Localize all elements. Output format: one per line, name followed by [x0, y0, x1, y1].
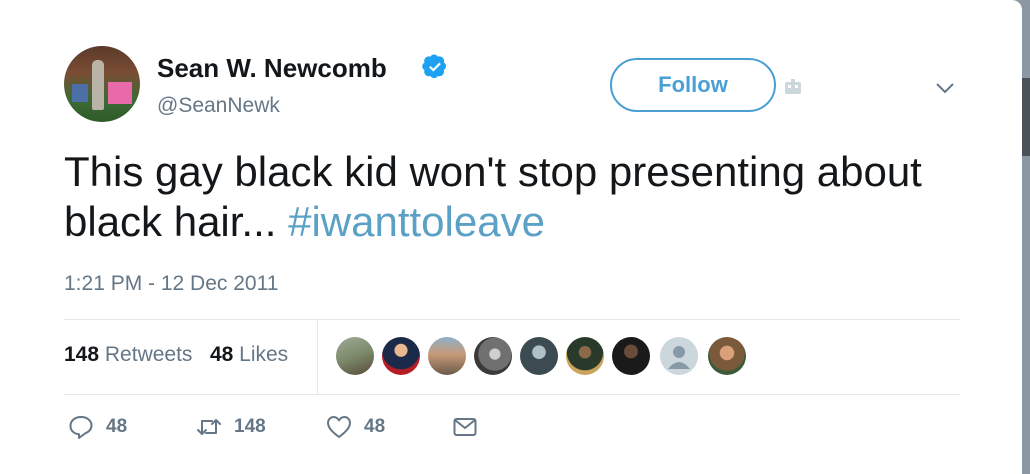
liker-avatar[interactable] [382, 337, 420, 375]
likes-label: Likes [239, 343, 289, 366]
tweet-text: This gay black kid won't stop presenting… [64, 147, 944, 247]
liker-avatar[interactable] [336, 337, 374, 375]
tweet-stats: 148 Retweets 48 Likes [64, 343, 288, 367]
liker-avatar[interactable] [708, 337, 746, 375]
liker-avatar[interactable] [520, 337, 558, 375]
liker-avatar[interactable] [612, 337, 650, 375]
reply-icon [69, 416, 93, 439]
author-name[interactable]: Sean W. Newcomb [157, 53, 387, 84]
retweet-icon [197, 419, 221, 435]
likes-stat[interactable]: 48 Likes [210, 343, 288, 366]
window-edge [1022, 78, 1030, 156]
author-avatar[interactable] [64, 46, 140, 122]
reply-button[interactable]: 48 [68, 414, 127, 440]
likes-count: 48 [209, 343, 234, 366]
liker-avatar[interactable] [566, 337, 604, 375]
retweets-count: 148 [64, 343, 100, 366]
hashtag-link[interactable]: #iwanttoleave [288, 198, 545, 245]
tweet-timestamp[interactable]: 1:21 PM - 12 Dec 2011 [64, 272, 278, 296]
liker-avatar[interactable] [660, 337, 698, 375]
author-handle[interactable]: @SeanNewk [157, 94, 280, 118]
like-button[interactable]: 48 [326, 414, 385, 440]
envelope-icon [453, 418, 477, 436]
reply-count: 48 [106, 416, 128, 437]
tweet-card: Sean W. Newcomb @SeanNewk Follow This ga… [0, 0, 1022, 474]
message-button[interactable] [452, 414, 478, 440]
like-count: 48 [364, 416, 386, 437]
retweet-button[interactable]: 148 [196, 414, 266, 440]
liker-avatar[interactable] [428, 337, 466, 375]
liker-avatar[interactable] [474, 337, 512, 375]
heart-icon [327, 416, 351, 438]
follow-button[interactable]: Follow [610, 58, 776, 112]
retweets-stat[interactable]: 148 Retweets [64, 343, 192, 366]
retweet-count: 148 [234, 416, 266, 437]
chevron-down-icon[interactable] [934, 79, 956, 97]
divider-vertical [317, 320, 318, 394]
retweets-label: Retweets [104, 343, 193, 366]
divider-top [64, 319, 960, 320]
divider-bottom [64, 394, 960, 395]
robot-icon[interactable] [784, 78, 802, 96]
verified-badge-icon [422, 54, 447, 79]
